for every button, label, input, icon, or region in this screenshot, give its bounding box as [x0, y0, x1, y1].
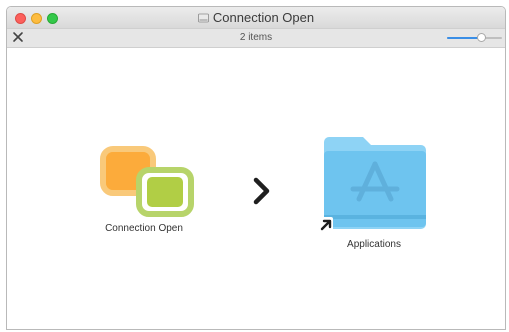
applications-folder-icon	[319, 137, 426, 231]
disk-image-icon	[198, 13, 209, 23]
item-label: Connection Open	[105, 223, 183, 234]
finder-window: Connection Open 2 items Connection Open	[6, 6, 506, 330]
connection-open-app-icon	[100, 146, 194, 217]
chevron-right-icon	[253, 177, 270, 205]
window-title-group: Connection Open	[7, 10, 505, 25]
title-bar[interactable]: Connection Open	[7, 7, 505, 29]
slider-fill	[447, 37, 481, 39]
window-title: Connection Open	[212, 10, 315, 25]
icon-size-slider[interactable]	[447, 33, 502, 42]
item-count: 2 items	[239, 32, 273, 43]
slider-thumb[interactable]	[477, 33, 486, 42]
connection-open-item[interactable]: Connection Open	[79, 143, 209, 234]
applications-item[interactable]: Applications	[309, 131, 439, 250]
window-content: Connection Open Applications	[7, 48, 505, 329]
item-label: Applications	[347, 239, 401, 250]
toolbar: 2 items	[7, 29, 505, 48]
